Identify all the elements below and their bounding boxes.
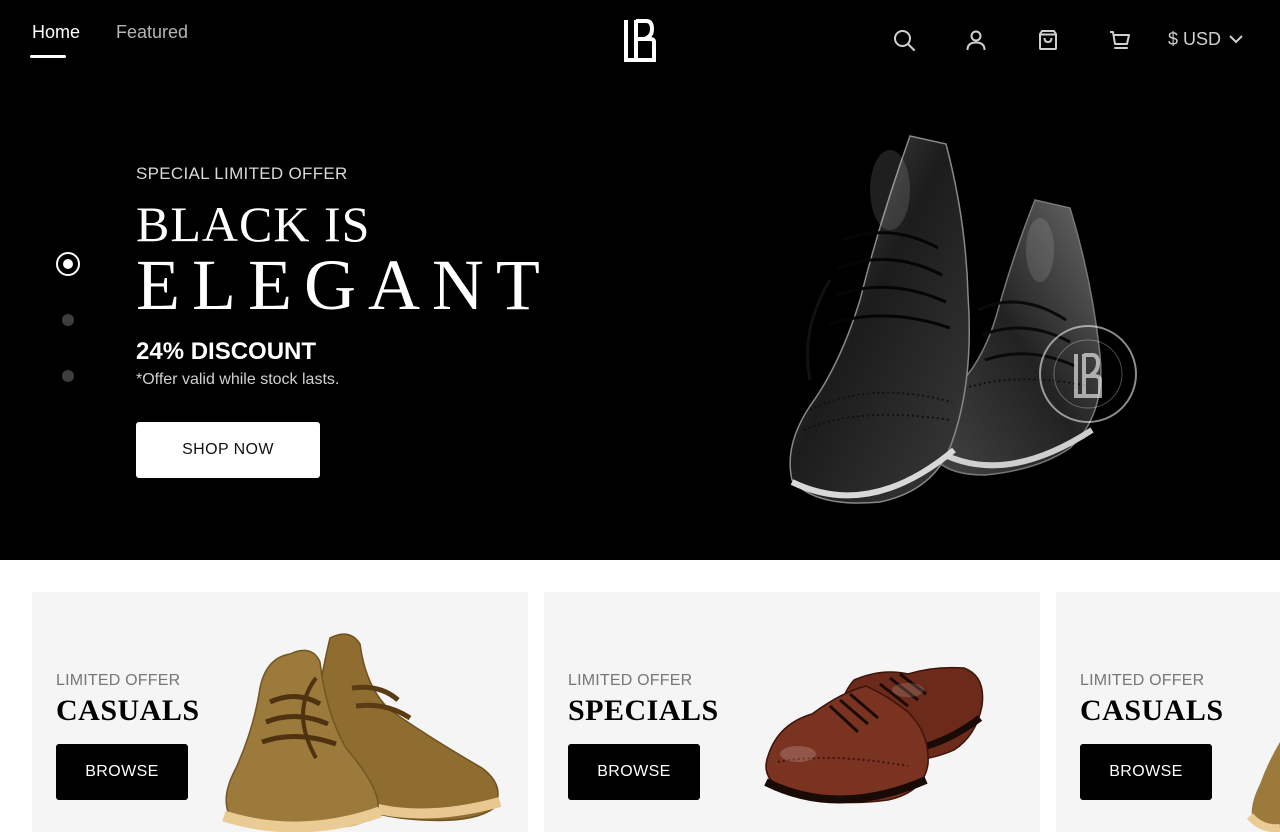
- card-eyebrow: LIMITED OFFER: [1080, 672, 1205, 689]
- category-card-specials: LIMITED OFFER SPECIALS BROWSE: [544, 592, 1040, 832]
- nav-featured[interactable]: Featured: [116, 22, 188, 43]
- user-icon[interactable]: [964, 28, 988, 52]
- shop-now-button[interactable]: SHOP NOW: [136, 422, 320, 478]
- card-eyebrow: LIMITED OFFER: [56, 672, 181, 689]
- currency-selector[interactable]: $ USD: [1168, 29, 1243, 50]
- tan-suede-shoe-partial-image: [1246, 742, 1280, 832]
- hero-banner: Home Featured $ USD SPECIAL LIMITED OFFE…: [0, 0, 1280, 560]
- currency-label: $ USD: [1168, 29, 1222, 49]
- hero-title-line1: BLACK IS: [136, 196, 371, 252]
- hero-disclaimer: *Offer valid while stock lasts.: [136, 371, 340, 388]
- hero-title-line2: ELEGANT: [136, 245, 552, 325]
- brand-logo[interactable]: [622, 18, 658, 62]
- card-title: CASUALS: [1080, 694, 1224, 727]
- category-card-casuals-2: LIMITED OFFER CASUALS BROWSE: [1056, 592, 1280, 832]
- slide-dot-3[interactable]: [62, 370, 74, 382]
- search-icon[interactable]: [892, 28, 916, 52]
- browse-button[interactable]: BROWSE: [56, 744, 188, 800]
- brown-leather-brogues-image: [764, 666, 984, 804]
- card-title: CASUALS: [56, 694, 200, 727]
- slide-dot-2[interactable]: [62, 314, 74, 326]
- category-card-casuals: LIMITED OFFER CASUALS BROWSE: [32, 592, 528, 832]
- chevron-down-icon: [1229, 35, 1243, 44]
- black-oxford-shoes-image: [789, 135, 1137, 504]
- card-eyebrow: LIMITED OFFER: [568, 672, 693, 689]
- tan-suede-shoes-image: [222, 633, 502, 832]
- cart-icon[interactable]: [1108, 28, 1132, 52]
- hero-discount: 24% DISCOUNT: [136, 338, 317, 365]
- nav-active-indicator: [30, 55, 66, 58]
- nav-home[interactable]: Home: [32, 22, 80, 43]
- hero-eyebrow: SPECIAL LIMITED OFFER: [136, 164, 348, 183]
- browse-button[interactable]: BROWSE: [1080, 744, 1212, 800]
- shopping-bag-icon[interactable]: [1036, 28, 1060, 52]
- card-title: SPECIALS: [568, 694, 719, 727]
- slide-dot-1[interactable]: [56, 252, 80, 276]
- browse-button[interactable]: BROWSE: [568, 744, 700, 800]
